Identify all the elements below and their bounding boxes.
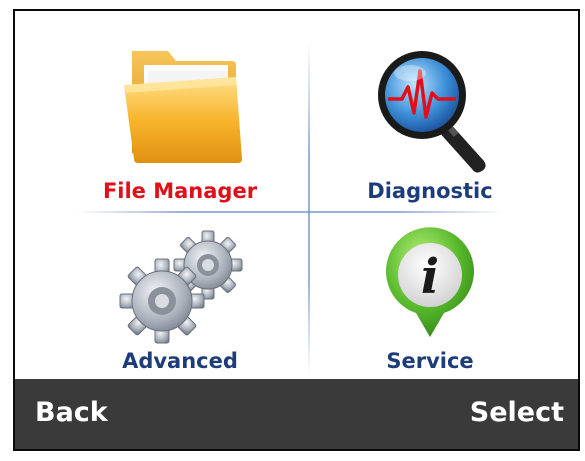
svg-text:i: i	[421, 249, 439, 305]
menu-item-label: Service	[386, 349, 474, 373]
menu-item-label: Advanced	[122, 349, 238, 373]
softkey-bar: Back Select	[15, 379, 578, 449]
menu-item-file-manager[interactable]: File Manager	[65, 11, 295, 211]
menu-item-diagnostic[interactable]: Diagnostic	[315, 11, 545, 211]
horizontal-divider	[75, 211, 505, 213]
menu-item-advanced[interactable]: Advanced	[65, 221, 295, 377]
back-softkey[interactable]: Back	[35, 397, 108, 428]
menu-item-service[interactable]: i Service	[315, 221, 545, 377]
menu-item-label: Diagnostic	[367, 179, 493, 203]
magnifier-waveform-icon	[378, 51, 486, 173]
info-pin-icon: i	[386, 227, 474, 337]
menu-item-label: File Manager	[102, 179, 258, 203]
folder-icon	[124, 51, 242, 163]
gears-icon	[119, 230, 243, 344]
select-softkey[interactable]: Select	[470, 397, 564, 428]
device-screen: File Manager Diagnostic Advanced i Servi…	[13, 9, 580, 451]
menu-grid: File Manager Diagnostic Advanced i Servi…	[15, 11, 578, 377]
vertical-divider	[308, 41, 310, 377]
